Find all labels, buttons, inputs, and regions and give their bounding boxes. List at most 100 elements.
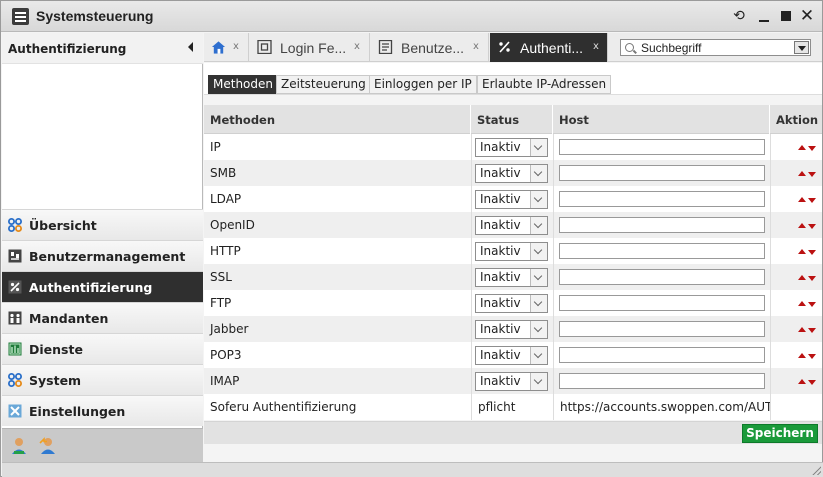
host-input[interactable]: [559, 295, 765, 311]
status-select[interactable]: Inaktiv: [475, 346, 548, 365]
tab-close-icon[interactable]: x: [473, 41, 479, 52]
method-name: Jabber: [210, 322, 249, 336]
host-input[interactable]: [559, 139, 765, 155]
column-header-aktion[interactable]: Aktion: [770, 105, 822, 134]
tab-close-icon[interactable]: x: [593, 41, 599, 52]
move-up-icon[interactable]: [798, 197, 806, 202]
sidebar-item-dienste[interactable]: Dienste: [2, 333, 203, 364]
move-down-icon[interactable]: [808, 198, 816, 203]
status-cell: Inaktiv: [471, 160, 552, 186]
sidebar-item-mandanten[interactable]: Mandanten: [2, 302, 203, 333]
login-icon: [257, 40, 272, 54]
move-down-icon[interactable]: [808, 250, 816, 255]
action-cell: [770, 368, 822, 394]
column-header-status[interactable]: Status: [471, 105, 553, 134]
sidebar-item-authentifizierung[interactable]: Authentifizierung: [2, 271, 203, 302]
host-input[interactable]: [559, 321, 765, 337]
host-input[interactable]: [559, 373, 765, 389]
move-up-icon[interactable]: [798, 145, 806, 150]
user-switch-icon[interactable]: [39, 437, 55, 455]
sidebar-item-benutzermanagement[interactable]: Benutzermanagement: [2, 240, 203, 271]
search-dropdown-button[interactable]: [794, 41, 809, 54]
move-up-icon[interactable]: [798, 249, 806, 254]
refresh-icon[interactable]: ⟲: [730, 7, 748, 25]
minimize-button[interactable]: [755, 7, 773, 25]
subtab-zeitsteuerung[interactable]: Zeitsteuerung: [276, 75, 371, 94]
services-icon: [8, 342, 22, 356]
action-cell: [770, 342, 822, 368]
tab-home[interactable]: x: [204, 33, 249, 62]
tab-authentifizierung[interactable]: Authenti... x: [490, 33, 608, 62]
sidebar-item-system[interactable]: System: [2, 364, 203, 395]
chevron-down-icon: [530, 243, 547, 260]
table-header: Methoden Status Host Aktion: [204, 105, 822, 134]
chevron-down-icon: [530, 295, 547, 312]
search-input[interactable]: [641, 40, 791, 55]
tab-benutzer[interactable]: Benutze... x: [371, 33, 489, 62]
status-cell: Inaktiv: [471, 264, 552, 290]
move-down-icon[interactable]: [808, 380, 816, 385]
status-select[interactable]: Inaktiv: [475, 242, 548, 261]
method-name: SSL: [210, 270, 232, 284]
table-row: HTTP Inaktiv: [204, 238, 822, 264]
host-input[interactable]: [559, 191, 765, 207]
host-input[interactable]: [559, 165, 765, 181]
host-cell: [553, 342, 770, 368]
subtab-einloggen-per-ip[interactable]: Einloggen per IP: [369, 75, 477, 94]
move-down-icon[interactable]: [808, 328, 816, 333]
status-select-value: Inaktiv: [480, 270, 521, 284]
search-field[interactable]: [620, 39, 811, 56]
user-icon[interactable]: [11, 437, 27, 455]
move-up-icon[interactable]: [798, 171, 806, 176]
status-select[interactable]: Inaktiv: [475, 294, 548, 313]
maximize-button[interactable]: [777, 7, 795, 25]
move-up-icon[interactable]: [798, 301, 806, 306]
move-down-icon[interactable]: [808, 354, 816, 359]
tab-login[interactable]: Login Fe... x: [250, 33, 370, 62]
subtab-methoden[interactable]: Methoden: [208, 75, 278, 94]
host-input[interactable]: [559, 269, 765, 285]
save-button[interactable]: Speichern: [742, 424, 818, 443]
host-input[interactable]: [559, 347, 765, 363]
host-input[interactable]: [559, 243, 765, 259]
control-panel-icon: [12, 8, 29, 25]
status-cell: Inaktiv: [471, 316, 552, 342]
host-cell: [553, 212, 770, 238]
methods-table: Methoden Status Host Aktion IP Inaktiv SMB…: [204, 105, 822, 420]
collapse-sidebar-icon[interactable]: [188, 42, 193, 52]
status-select[interactable]: Inaktiv: [475, 138, 548, 157]
status-select[interactable]: Inaktiv: [475, 268, 548, 287]
tab-close-icon[interactable]: x: [233, 41, 239, 52]
status-cell: Inaktiv: [471, 290, 552, 316]
move-down-icon[interactable]: [808, 302, 816, 307]
status-select[interactable]: Inaktiv: [475, 372, 548, 391]
host-url: https://accounts.swoppen.com/AUT: [553, 394, 770, 420]
move-down-icon[interactable]: [808, 146, 816, 151]
subtab-erlaubte-ip-adressen[interactable]: Erlaubte IP-Adressen: [477, 75, 612, 94]
table-row: IMAP Inaktiv: [204, 368, 822, 394]
column-header-host[interactable]: Host: [553, 105, 770, 134]
sidebar-item-einstellungen[interactable]: Einstellungen: [2, 395, 203, 426]
column-header-methoden[interactable]: Methoden: [204, 105, 471, 134]
close-button[interactable]: ✕: [798, 7, 816, 25]
resize-grip-icon[interactable]: [812, 466, 821, 475]
move-up-icon[interactable]: [798, 327, 806, 332]
move-up-icon[interactable]: [798, 223, 806, 228]
status-select[interactable]: Inaktiv: [475, 164, 548, 183]
sidebar-item-uebersicht[interactable]: Übersicht: [2, 209, 203, 240]
status-select[interactable]: Inaktiv: [475, 216, 548, 235]
tab-close-icon[interactable]: x: [354, 41, 360, 52]
chevron-down-icon: [530, 321, 547, 338]
status-select[interactable]: Inaktiv: [475, 190, 548, 209]
chevron-down-icon: [530, 347, 547, 364]
move-up-icon[interactable]: [798, 379, 806, 384]
move-down-icon[interactable]: [808, 172, 816, 177]
host-input[interactable]: [559, 217, 765, 233]
status-select[interactable]: Inaktiv: [475, 320, 548, 339]
move-up-icon[interactable]: [798, 353, 806, 358]
control-panel-window: Systemsteuerung ⟲ ✕ Authentifizierung Üb…: [0, 0, 823, 477]
move-down-icon[interactable]: [808, 276, 816, 281]
move-down-icon[interactable]: [808, 224, 816, 229]
move-up-icon[interactable]: [798, 275, 806, 280]
method-name: OpenID: [210, 218, 255, 232]
